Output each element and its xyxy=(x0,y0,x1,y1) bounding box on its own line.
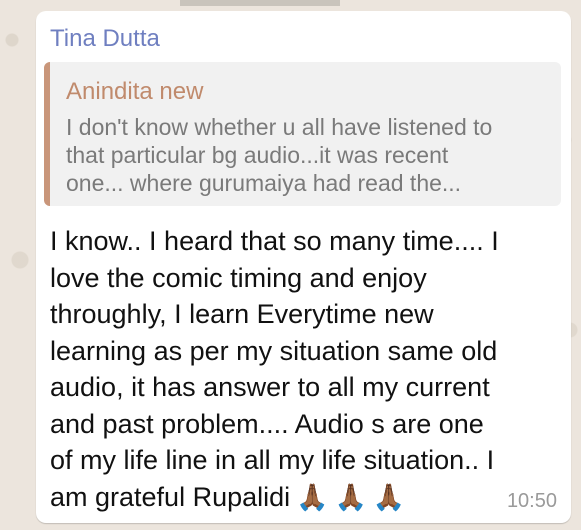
quoted-author: Anindita new xyxy=(66,78,204,105)
folded-hands-emoji-icon: 🙏🏾 xyxy=(334,481,367,512)
quoted-line: that particular bg audio...it was recent xyxy=(66,142,449,168)
quoted-line: I don't know whether u all have listened… xyxy=(66,114,493,140)
quoted-message[interactable]: Anindita new I don't know whether u all … xyxy=(44,62,561,206)
top-strip xyxy=(180,0,340,6)
message-line: am grateful Rupalidi xyxy=(50,481,291,512)
quote-bar xyxy=(44,62,50,206)
message-line: audio, it has answer to all my current xyxy=(50,372,490,402)
message-line: throughly, I learn Everytime new xyxy=(50,299,434,329)
folded-hands-emoji-icon: 🙏🏾 xyxy=(372,481,406,512)
message-time: 10:50 xyxy=(506,490,557,512)
sender-name[interactable]: Tina Dutta xyxy=(50,25,160,53)
message-line: love the comic timing and enjoy xyxy=(50,262,427,293)
folded-hands-emoji-icon: 🙏🏾 xyxy=(296,481,329,512)
message-line-last: am grateful Rupalidi 🙏🏾 🙏🏾 🙏🏾 xyxy=(50,479,565,516)
message-line: learning as per my situation same old xyxy=(50,335,498,366)
message-line: I know.. I heard that so many time.... I xyxy=(50,226,499,256)
message-text: I know.. I heard that so many time.... I… xyxy=(50,223,565,515)
message-bubble[interactable]: Tina Dutta Anindita new I don't know whe… xyxy=(36,11,571,523)
message-line: of my life line in all my life situation… xyxy=(50,445,495,475)
quoted-line: one... where gurumaiya had read the... xyxy=(66,170,462,196)
message-line: and past problem.... Audio s are one xyxy=(50,408,484,439)
quoted-text: I don't know whether u all have listened… xyxy=(66,113,556,197)
